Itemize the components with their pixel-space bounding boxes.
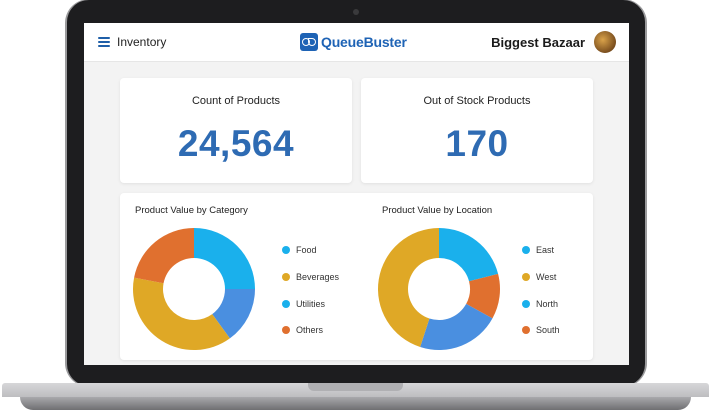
kpi-card-out-of-stock: Out of Stock Products 170: [361, 78, 593, 183]
charts-card: Product Value by Category Product Value …: [120, 193, 593, 360]
donut-slice-0[interactable]: [439, 228, 499, 282]
legend-item: Others: [282, 317, 339, 344]
store-name: Biggest Bazaar: [491, 35, 585, 50]
legend-dot: [522, 246, 530, 255]
legend-item: Food: [282, 237, 339, 264]
chart-title-location: Product Value by Location: [382, 205, 493, 216]
legend-dot: [282, 273, 290, 282]
laptop-base: [0, 383, 711, 411]
store-avatar[interactable]: [594, 31, 616, 53]
kpi-value: 24,564: [177, 123, 295, 164]
camera-icon: [353, 9, 359, 15]
queuebuster-logo[interactable]: QueueBuster: [300, 32, 407, 52]
legend-item: Beverages: [282, 264, 339, 291]
legend-label: South: [536, 325, 560, 336]
legend-item: West: [522, 264, 560, 291]
legend-label: North: [536, 298, 559, 309]
location-donut-chart: [378, 228, 500, 350]
laptop-notch: [308, 383, 403, 391]
category-legend: Food Beverages Utilities Others: [282, 237, 339, 344]
logo-text: QueueBuster: [321, 34, 407, 50]
legend-label: East: [536, 245, 555, 256]
legend-dot: [282, 326, 290, 335]
legend-label: West: [536, 272, 557, 283]
category-donut-chart: [133, 228, 255, 350]
logo-icon: [300, 33, 318, 51]
donut-slice-3[interactable]: [134, 228, 194, 284]
legend-label: Food: [296, 245, 317, 256]
legend-dot: [522, 273, 530, 282]
legend-dot: [282, 246, 290, 255]
legend-dot: [282, 299, 290, 308]
legend-label: Beverages: [296, 272, 340, 283]
location-legend: East West North South: [522, 237, 560, 344]
kpi-title: Count of Products: [191, 95, 281, 107]
donut-slice-0[interactable]: [194, 228, 255, 289]
legend-item: East: [522, 237, 560, 264]
kpi-card-count-of-products: Count of Products 24,564: [120, 78, 352, 183]
kpi-value: 170: [445, 123, 509, 164]
legend-dot: [522, 299, 530, 308]
kpi-title: Out of Stock Products: [423, 95, 531, 107]
legend-item: Utilities: [282, 290, 339, 317]
legend-item: South: [522, 317, 560, 344]
page-title: Inventory: [117, 35, 167, 49]
legend-item: North: [522, 290, 560, 317]
top-bar: Inventory QueueBuster Biggest Bazaar: [84, 23, 629, 62]
app-screen: Inventory QueueBuster Biggest Bazaar Cou…: [84, 23, 629, 365]
legend-dot: [522, 326, 530, 335]
legend-label: Others: [296, 325, 324, 336]
hamburger-menu-icon[interactable]: [98, 37, 110, 47]
chart-title-category: Product Value by Category: [135, 205, 248, 216]
legend-label: Utilities: [296, 298, 326, 309]
